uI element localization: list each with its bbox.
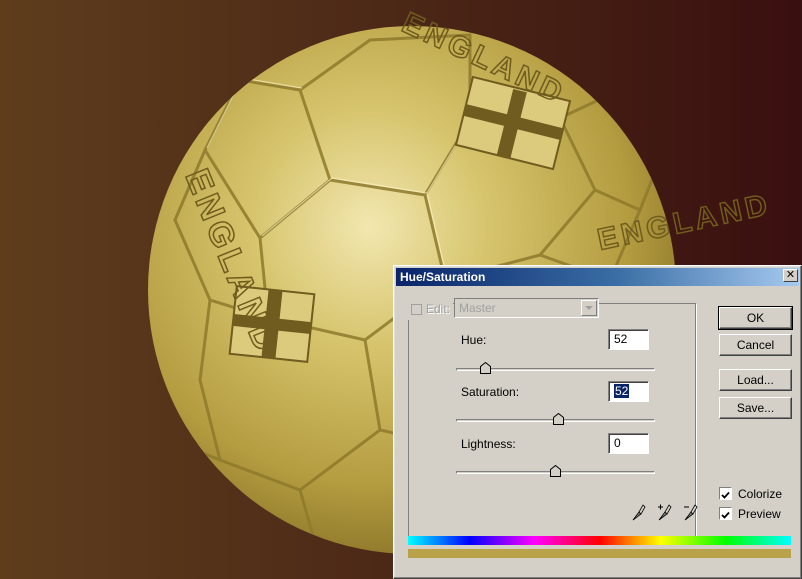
- eyedropper-icon[interactable]: [630, 502, 648, 522]
- dialog-title: Hue/Saturation: [400, 270, 486, 284]
- edit-select: Master: [454, 298, 599, 318]
- result-color-bar: [408, 549, 791, 558]
- eyedropper-minus-icon[interactable]: [682, 502, 700, 522]
- preview-label[interactable]: Preview: [738, 507, 781, 521]
- cancel-button[interactable]: Cancel: [719, 334, 792, 356]
- load-button[interactable]: Load...: [719, 369, 792, 391]
- load-button-label: Load...: [737, 373, 774, 387]
- ok-button[interactable]: OK: [718, 306, 793, 330]
- checkmark-icon: [721, 511, 730, 519]
- saturation-label: Saturation:: [461, 385, 520, 399]
- ok-button-label: OK: [746, 311, 765, 325]
- save-button[interactable]: Save...: [719, 397, 792, 419]
- hue-value: 52: [614, 332, 628, 346]
- saturation-input[interactable]: 52: [608, 381, 649, 402]
- hue-slider-thumb[interactable]: [480, 362, 491, 374]
- preview-checkbox[interactable]: [719, 507, 732, 520]
- colorize-label[interactable]: Colorize: [738, 487, 782, 501]
- edit-group-legend: Edit:: [408, 298, 454, 320]
- save-button-label: Save...: [736, 401, 775, 415]
- saturation-slider-thumb[interactable]: [553, 413, 564, 425]
- colorize-checkbox[interactable]: [719, 487, 732, 500]
- close-icon: ✕: [785, 269, 796, 281]
- hue-label: Hue:: [461, 333, 487, 347]
- lightness-slider-thumb[interactable]: [550, 465, 561, 477]
- hue-spectrum-bar: [408, 536, 791, 545]
- saturation-value: 52: [614, 384, 630, 398]
- dialog-titlebar[interactable]: Hue/Saturation: [396, 268, 799, 286]
- chevron-down-icon: [581, 300, 597, 316]
- hue-saturation-dialog: Hue/Saturation ✕ Edit: Master Hue: 52 Sa…: [393, 265, 802, 579]
- edit-checkbox: [411, 303, 422, 315]
- edit-label: Edit:: [426, 302, 451, 316]
- checkmark-icon: [721, 491, 730, 499]
- hue-input[interactable]: 52: [608, 329, 649, 350]
- lightness-label: Lightness:: [461, 437, 516, 451]
- close-button[interactable]: ✕: [783, 269, 798, 282]
- eyedropper-plus-icon[interactable]: [656, 502, 674, 522]
- edit-select-value: Master: [459, 301, 496, 315]
- lightness-input[interactable]: 0: [608, 433, 649, 454]
- lightness-value: 0: [614, 436, 621, 450]
- cancel-button-label: Cancel: [736, 338, 775, 352]
